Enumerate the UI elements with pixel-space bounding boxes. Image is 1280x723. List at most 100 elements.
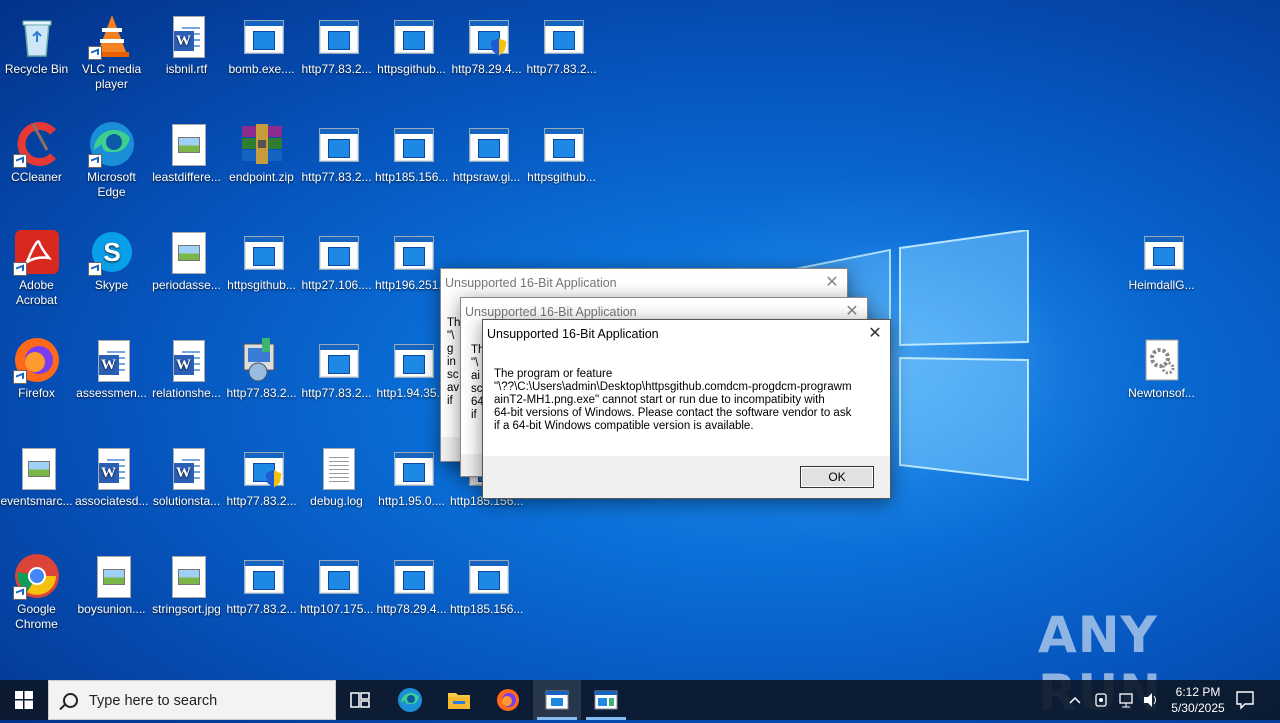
app-window-icon	[318, 560, 359, 594]
desktop-icon-image	[13, 444, 61, 492]
desktop-icon[interactable]: http78.29.4...	[449, 8, 524, 77]
desktop-icon[interactable]: httpsgithub...	[224, 224, 299, 293]
gear-icon	[1145, 339, 1178, 381]
desktop-icon[interactable]: http1.95.0....	[374, 440, 449, 509]
desktop-icon-image	[87, 120, 136, 168]
desktop-icon[interactable]: Adobe Acrobat	[0, 224, 74, 308]
desktop-icon-image	[313, 12, 361, 60]
taskbar-edge[interactable]	[386, 680, 434, 720]
taskbar-search[interactable]: Type here to search	[48, 680, 336, 720]
desktop-icon[interactable]: httpsgithub...	[374, 8, 449, 77]
desktop-icon-label: httpsraw.gi...	[452, 170, 521, 184]
desktop-icon-label: HeimdallG...	[1128, 278, 1195, 292]
taskbar: Type here to search 6:12 PM 5/30/2025	[0, 680, 1280, 720]
taskbar-firefox[interactable]	[484, 680, 532, 720]
desktop-icon[interactable]: S Skype	[74, 224, 149, 293]
desktop-icon-image	[388, 120, 436, 168]
desktop-icon[interactable]: Wassessmen...	[74, 332, 149, 401]
desktop-icon-label: http185.156...	[450, 602, 524, 616]
window-app-icon	[594, 690, 618, 710]
dialog-unsupported-16bit[interactable]: Unsupported 16-Bit Application ✕ The pro…	[482, 319, 891, 499]
desktop-icon[interactable]: http77.83.2...	[299, 332, 374, 401]
desktop-icon[interactable]: http196.251...	[374, 224, 449, 293]
desktop-icon-label: relationshe...	[152, 386, 221, 400]
desktop-icon-image	[163, 552, 211, 600]
task-view-button[interactable]	[336, 680, 384, 720]
close-icon[interactable]: ✕	[860, 320, 890, 348]
desktop-icon[interactable]: bomb.exe....	[224, 8, 299, 77]
desktop-icon[interactable]: http77.83.2...	[224, 332, 299, 401]
desktop-icon[interactable]: eventsmarc...	[0, 440, 74, 509]
desktop-icon[interactable]: leastdiffere...	[149, 116, 224, 185]
desktop-icon-image	[463, 12, 511, 60]
close-icon[interactable]: ✕	[817, 269, 847, 297]
desktop-icon-label: http77.83.2...	[526, 62, 597, 76]
desktop-icon[interactable]: debug.log	[299, 440, 374, 509]
desktop-icon[interactable]: http107.175....	[299, 548, 374, 617]
desktop-icon-image	[238, 120, 286, 168]
desktop-icon[interactable]: VLC media player	[74, 8, 149, 92]
desktop-icon[interactable]: stringsort.jpg	[149, 548, 224, 617]
desktop-icon[interactable]: http77.83.2...	[224, 440, 299, 509]
desktop-icon-image	[238, 12, 286, 60]
desktop-icon-label: eventsmarc...	[0, 494, 73, 508]
desktop-icon[interactable]: http78.29.4...	[374, 548, 449, 617]
desktop-icon-image	[463, 120, 511, 168]
desktop-icon[interactable]: http77.83.2...	[524, 8, 599, 77]
desktop-icon[interactable]: Newtonsof...	[1124, 332, 1199, 401]
desktop-icon-image	[13, 12, 61, 60]
desktop-icon[interactable]: Wsolutionsta...	[149, 440, 224, 509]
desktop-icon-image	[12, 336, 61, 384]
desktop-icon[interactable]: Wisbnil.rtf	[149, 8, 224, 77]
desktop-icon[interactable]: http77.83.2...	[224, 548, 299, 617]
taskbar-file-explorer[interactable]	[435, 680, 483, 720]
taskbar-second-app[interactable]	[582, 680, 630, 720]
app-window-icon	[393, 344, 434, 378]
desktop-icon[interactable]: Microsoft Edge	[74, 116, 149, 200]
desktop-icon[interactable]: http77.83.2...	[299, 8, 374, 77]
desktop-icon-image	[388, 444, 436, 492]
desktop-icon[interactable]: Wrelationshe...	[149, 332, 224, 401]
meet-now-icon	[1095, 693, 1107, 707]
desktop-icon[interactable]: endpoint.zip	[224, 116, 299, 185]
tray-volume[interactable]	[1142, 680, 1162, 720]
desktop-icon[interactable]: boysunion....	[74, 548, 149, 617]
desktop-icon-label: Recycle Bin	[4, 62, 69, 76]
desktop-icon-image	[1138, 336, 1186, 384]
image-file-icon	[171, 232, 206, 274]
desktop-icon[interactable]: Firefox	[0, 332, 74, 401]
tray-network[interactable]	[1118, 680, 1138, 720]
app-window-icon	[543, 20, 584, 54]
desktop-icon[interactable]: Recycle Bin	[0, 8, 74, 77]
taskbar-clock[interactable]: 6:12 PM 5/30/2025	[1162, 684, 1234, 716]
app-window-icon	[318, 20, 359, 54]
desktop-icon-label: http77.83.2...	[301, 170, 372, 184]
desktop-icon-label: Adobe Acrobat	[15, 278, 58, 307]
desktop-icon-image	[12, 228, 61, 276]
word-doc-icon: W	[97, 340, 130, 382]
tray-overflow[interactable]	[1068, 680, 1090, 720]
desktop-icon[interactable]: http1.94.35...	[374, 332, 449, 401]
tray-meet-now[interactable]	[1094, 680, 1114, 720]
recycle-bin-icon	[22, 20, 51, 57]
desktop-icon[interactable]: Google Chrome	[0, 548, 74, 632]
desktop-icon[interactable]: http27.106....	[299, 224, 374, 293]
desktop-icon[interactable]: http185.156...	[374, 116, 449, 185]
desktop-icon[interactable]: httpsraw.gi...	[449, 116, 524, 185]
action-center-button[interactable]	[1234, 680, 1264, 720]
desktop-icon[interactable]: httpsgithub...	[524, 116, 599, 185]
desktop-icon[interactable]: HeimdallG...	[1124, 224, 1199, 293]
taskbar-dialog-app[interactable]	[533, 680, 581, 720]
desktop-icon[interactable]: periodasse...	[149, 224, 224, 293]
desktop-icon[interactable]: CCleaner	[0, 116, 74, 185]
desktop-icon-image	[538, 12, 586, 60]
desktop-icon[interactable]: Wassociatesd...	[74, 440, 149, 509]
ok-button[interactable]: OK	[800, 466, 874, 488]
start-button[interactable]	[0, 680, 48, 720]
app-window-icon	[468, 560, 509, 594]
desktop-icon-image	[313, 444, 361, 492]
desktop-icon-image	[313, 228, 361, 276]
desktop-icon-image	[238, 228, 286, 276]
desktop-icon[interactable]: http185.156...	[449, 548, 524, 617]
desktop-icon[interactable]: http77.83.2...	[299, 116, 374, 185]
